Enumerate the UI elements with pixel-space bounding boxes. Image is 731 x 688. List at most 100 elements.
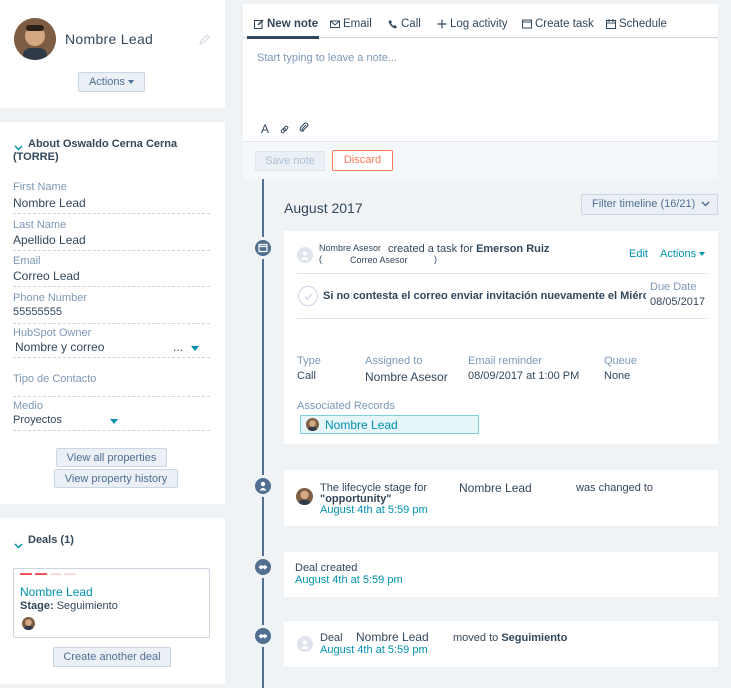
save-note-button[interactable]: Save note xyxy=(255,151,325,171)
format-text-icon[interactable]: A xyxy=(261,122,269,136)
deals-card: Deals (1) Nombre Lead Stage: Seguimiento… xyxy=(0,518,225,684)
owner-value: Nombre y correo xyxy=(15,340,105,354)
medio-select[interactable]: Proyectos xyxy=(13,413,210,431)
deal-moved-prefix: Deal xyxy=(320,632,343,644)
task-edit-link[interactable]: Edit xyxy=(629,248,648,260)
deal-created-time[interactable]: August 4th at 5:59 pm xyxy=(295,574,403,586)
first-name-value[interactable]: Nombre Lead xyxy=(13,196,210,214)
timeline-month: August 2017 xyxy=(284,200,363,216)
user-avatar-icon xyxy=(297,247,313,263)
assigned-value[interactable]: Nombre Asesor xyxy=(365,370,448,384)
due-date-label: Due Date xyxy=(650,281,697,293)
deal-moved-timeline-icon xyxy=(252,625,274,647)
task-actor-paren-close: ) xyxy=(434,254,437,264)
type-value[interactable]: Call xyxy=(297,370,316,382)
task-actor[interactable]: Nombre Asesor xyxy=(319,243,381,253)
task-actor-email: Correo Asesor xyxy=(350,255,408,265)
task-target[interactable]: Emerson Ruiz xyxy=(476,243,549,255)
view-all-properties-button[interactable]: View all properties xyxy=(56,448,167,467)
tab-call[interactable]: Call xyxy=(388,18,421,30)
last-name-value[interactable]: Apellido Lead xyxy=(13,233,210,251)
tab-create-task[interactable]: Create task xyxy=(522,18,594,30)
phone-label: Phone Number xyxy=(13,292,87,304)
task-complete-checkbox[interactable] xyxy=(298,286,318,306)
deal-moved-name[interactable]: Nombre Lead xyxy=(356,630,429,644)
owner-ellipsis: ... xyxy=(173,340,184,354)
create-another-deal-button[interactable]: Create another deal xyxy=(53,647,171,667)
deals-title: Deals (1) xyxy=(28,534,74,546)
assigned-label: Assigned to xyxy=(365,355,423,367)
task-title[interactable]: Si no contesta el correo enviar invitaci… xyxy=(323,290,646,302)
user-avatar-icon xyxy=(297,636,313,652)
attachment-icon[interactable] xyxy=(299,122,309,136)
owner-select[interactable]: Nombre y correo ... xyxy=(13,340,210,358)
link-icon[interactable] xyxy=(280,123,289,137)
task-action-text: created a task for Emerson Ruiz xyxy=(388,243,550,255)
tab-new-note[interactable]: New note xyxy=(254,18,318,30)
contact-type-value[interactable] xyxy=(13,385,210,397)
lifecycle-timeline-icon xyxy=(252,475,274,497)
deal-card[interactable]: Nombre Lead Stage: Seguimiento xyxy=(13,568,210,638)
deal-moved-text: moved to Seguimiento xyxy=(453,632,568,644)
activity-composer: New note Email Call Log activity Create … xyxy=(243,4,718,179)
deal-created-timeline-icon xyxy=(252,556,274,578)
profile-actions-button[interactable]: Actions xyxy=(78,72,145,92)
task-card: Nombre Asesor ( Correo Asesor ) created … xyxy=(284,231,718,444)
chevron-down-icon xyxy=(128,80,135,85)
chevron-down-icon xyxy=(701,201,710,207)
email-value[interactable]: Correo Lead xyxy=(13,269,210,287)
task-actions-dropdown[interactable]: Actions xyxy=(660,248,706,260)
deal-owner-avatar xyxy=(22,617,35,630)
lifecycle-time[interactable]: August 4th at 5:59 pm xyxy=(320,504,428,516)
contact-type-label: Tipo de Contacto xyxy=(13,373,97,385)
deal-stage: Stage: Seguimiento xyxy=(20,600,118,612)
note-textarea[interactable]: Start typing to leave a note... xyxy=(257,52,707,117)
phone-icon xyxy=(388,20,397,29)
lifecycle-contact-name[interactable]: Nombre Lead xyxy=(459,481,532,495)
last-name-label: Last Name xyxy=(13,219,67,231)
task-divider xyxy=(297,273,707,274)
tab-email[interactable]: Email xyxy=(330,18,372,30)
medio-label: Medio xyxy=(13,400,43,412)
reminder-label: Email reminder xyxy=(468,355,542,367)
envelope-icon xyxy=(330,20,340,28)
queue-label: Queue xyxy=(604,355,638,367)
tab-log-activity[interactable]: Log activity xyxy=(437,18,508,30)
plus-icon xyxy=(437,19,447,29)
deal-created-text: Deal created xyxy=(295,562,358,574)
medio-dropdown-icon xyxy=(110,419,118,424)
task-icon xyxy=(522,19,532,29)
profile-name: Nombre Lead xyxy=(65,31,154,47)
deal-created-card: Deal created August 4th at 5:59 pm xyxy=(284,552,718,597)
associated-record-name: Nombre Lead xyxy=(325,418,398,432)
deals-collapse-chevron-icon[interactable] xyxy=(14,538,23,552)
view-property-history-button[interactable]: View property history xyxy=(54,469,178,488)
deal-moved-card: Deal Nombre Lead moved to Seguimiento Au… xyxy=(284,621,718,667)
task-timeline-icon xyxy=(252,237,274,259)
task-divider-2 xyxy=(297,318,707,319)
lifecycle-text-2: was changed to xyxy=(576,482,654,494)
profile-card: Nombre Lead Actions xyxy=(0,0,225,108)
lifecycle-avatar xyxy=(296,488,313,505)
associated-record-chip[interactable]: Nombre Lead xyxy=(300,415,479,434)
task-actor-paren-open: ( xyxy=(319,254,322,264)
chevron-down-icon xyxy=(699,252,706,257)
tab-new-note-underline xyxy=(247,36,319,39)
about-title: About Oswaldo Cerna Cerna (TORRE) xyxy=(13,138,178,163)
due-date-value[interactable]: 08/05/2017 xyxy=(650,296,705,308)
record-avatar xyxy=(306,418,319,431)
filter-timeline-button[interactable]: Filter timeline (16/21) xyxy=(581,194,718,215)
email-label: Email xyxy=(13,255,41,267)
reminder-value[interactable]: 08/09/2017 at 1:00 PM xyxy=(468,370,579,382)
edit-pencil-icon[interactable] xyxy=(199,34,210,48)
deal-moved-time[interactable]: August 4th at 5:59 pm xyxy=(320,644,428,656)
deal-name-link[interactable]: Nombre Lead xyxy=(20,585,93,599)
type-label: Type xyxy=(297,355,321,367)
deal-progress-bar xyxy=(20,573,76,575)
discard-button[interactable]: Discard xyxy=(332,150,393,171)
phone-value[interactable]: 55555555 xyxy=(13,306,210,324)
medio-value: Proyectos xyxy=(13,414,62,426)
tab-schedule[interactable]: Schedule xyxy=(606,18,667,30)
queue-value[interactable]: None xyxy=(604,370,630,382)
note-edit-icon xyxy=(254,19,264,29)
